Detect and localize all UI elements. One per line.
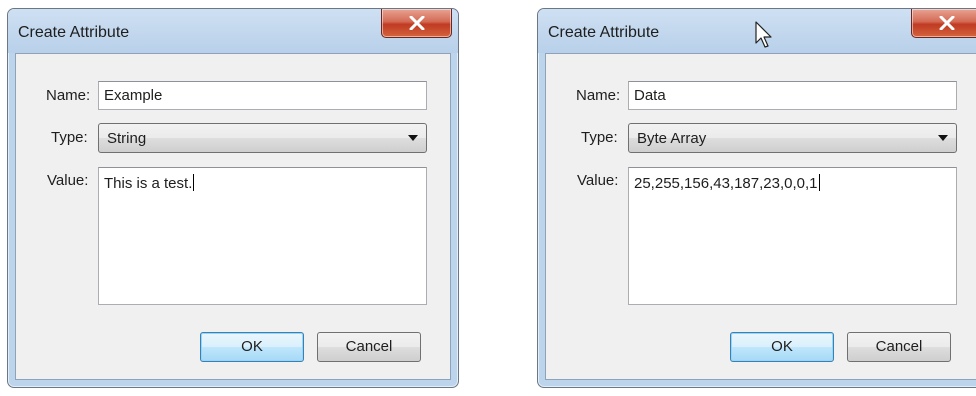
dialog-client-area: Name: Data Type: Byte Array Value: 25,25… bbox=[545, 53, 976, 380]
text-caret bbox=[818, 174, 820, 191]
close-button[interactable] bbox=[381, 9, 452, 38]
create-attribute-dialog-2: Create Attribute Name: Data Type: Byte A… bbox=[537, 8, 976, 388]
chevron-down-icon bbox=[938, 135, 948, 141]
ok-button[interactable]: OK bbox=[200, 332, 304, 362]
close-icon bbox=[939, 16, 955, 30]
dialog-client-area: Name: Example Type: String Value: This i… bbox=[15, 53, 451, 380]
value-text: 25,255,156,43,187,23,0,0,1 bbox=[634, 175, 818, 192]
title-bar[interactable]: Create Attribute bbox=[8, 9, 458, 53]
ok-button[interactable]: OK bbox=[730, 332, 834, 362]
dialog-title: Create Attribute bbox=[548, 24, 660, 41]
type-label: Type: bbox=[51, 129, 88, 146]
dialog-title: Create Attribute bbox=[18, 24, 130, 41]
value-textarea[interactable]: This is a test. bbox=[98, 167, 427, 305]
text-caret bbox=[193, 174, 195, 191]
type-selected-value: String bbox=[107, 130, 147, 147]
value-text: This is a test. bbox=[104, 175, 193, 192]
cancel-button[interactable]: Cancel bbox=[847, 332, 951, 362]
cancel-button[interactable]: Cancel bbox=[317, 332, 421, 362]
value-textarea[interactable]: 25,255,156,43,187,23,0,0,1 bbox=[628, 167, 957, 305]
type-selected-value: Byte Array bbox=[637, 130, 707, 147]
name-input[interactable]: Example bbox=[98, 81, 427, 110]
type-dropdown[interactable]: String bbox=[98, 123, 427, 153]
chevron-down-icon bbox=[408, 135, 418, 141]
type-dropdown[interactable]: Byte Array bbox=[628, 123, 957, 153]
create-attribute-dialog-1: Create Attribute Name: Example Type: Str… bbox=[7, 8, 459, 388]
close-button[interactable] bbox=[911, 9, 976, 38]
name-label: Name: bbox=[46, 87, 91, 104]
type-label: Type: bbox=[581, 129, 618, 146]
name-label: Name: bbox=[576, 87, 621, 104]
name-input[interactable]: Data bbox=[628, 81, 957, 110]
value-label: Value: bbox=[577, 172, 619, 189]
close-icon bbox=[409, 16, 425, 30]
value-label: Value: bbox=[47, 172, 89, 189]
title-bar[interactable]: Create Attribute bbox=[538, 9, 976, 53]
mouse-pointer-icon bbox=[755, 21, 772, 48]
